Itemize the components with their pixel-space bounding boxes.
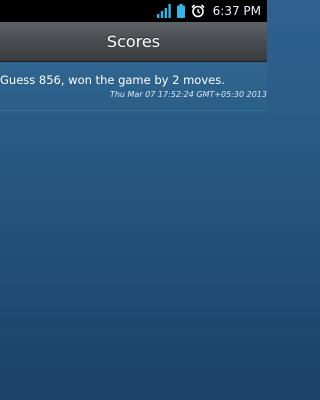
scores-list: Guess 856, won the game by 2 moves. Thu …: [0, 62, 267, 111]
status-bar: 6:37 PM: [0, 0, 267, 22]
signal-icon: [156, 4, 171, 18]
score-timestamp: Thu Mar 07 17:52:24 GMT+05:30 2013: [109, 90, 267, 99]
page-title: Scores: [106, 32, 161, 51]
status-clock: 6:37 PM: [212, 4, 261, 18]
alarm-icon: [191, 4, 205, 18]
score-text: Guess 856, won the game by 2 moves.: [0, 73, 225, 87]
score-list-item[interactable]: Guess 856, won the game by 2 moves. Thu …: [0, 62, 267, 111]
status-icons: 6:37 PM: [156, 3, 261, 19]
title-bar: Scores: [0, 22, 267, 62]
battery-icon: [176, 4, 185, 18]
